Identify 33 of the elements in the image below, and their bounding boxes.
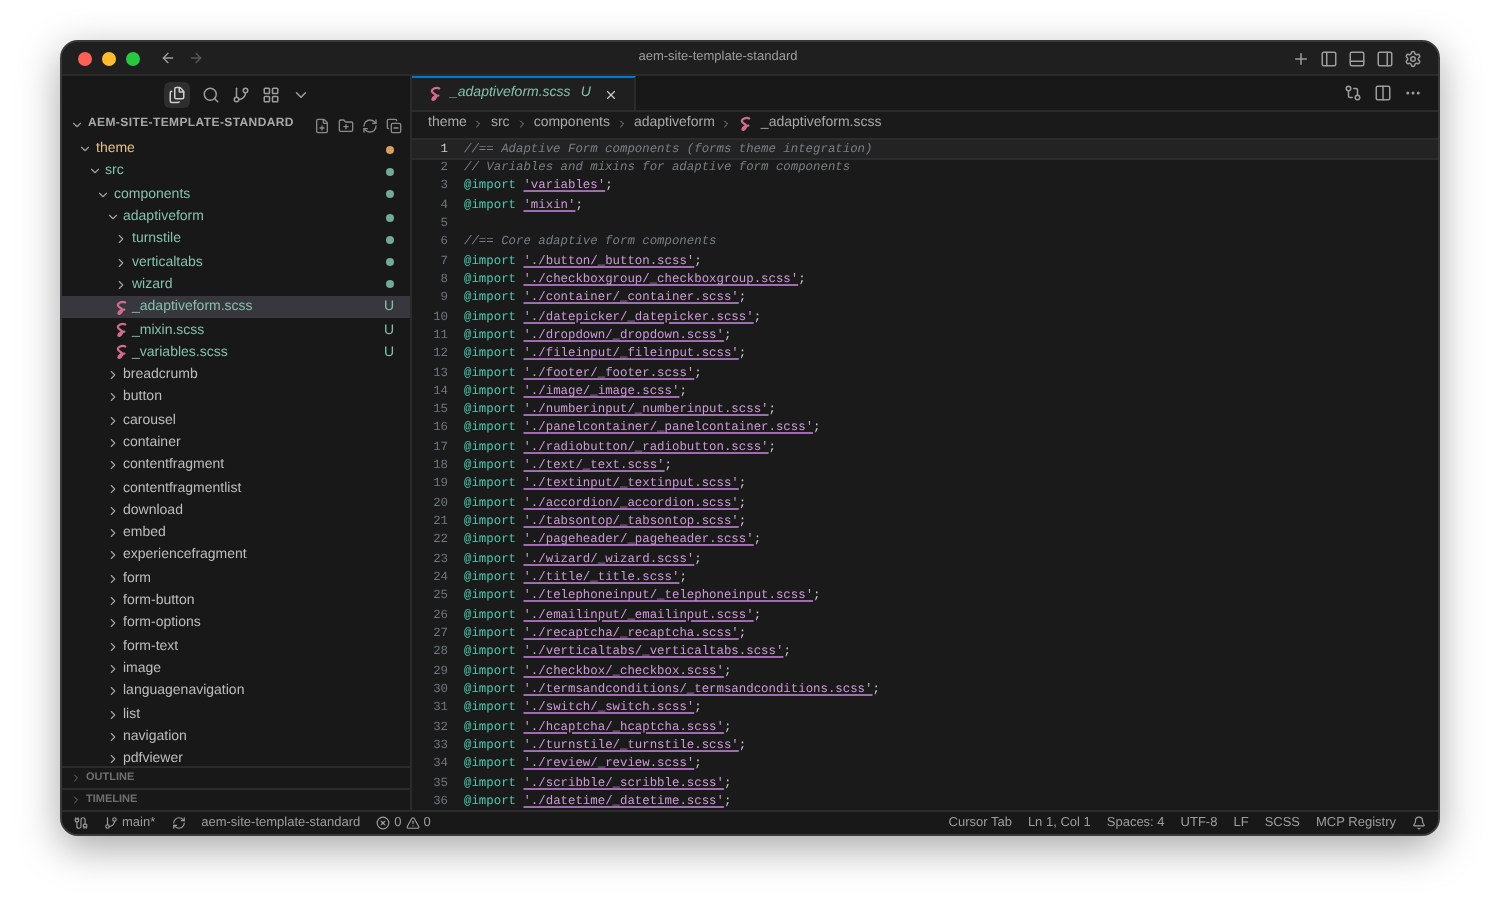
branch-icon (104, 816, 118, 830)
breadcrumb-separator-icon (615, 118, 628, 130)
notifications-icon[interactable] (1412, 816, 1426, 830)
split-editor-icon[interactable] (1374, 84, 1392, 102)
branch-icon[interactable] (231, 85, 249, 103)
panel-left-icon[interactable] (1320, 49, 1338, 67)
breadcrumb-separator-icon (720, 118, 733, 130)
panel-bottom-icon[interactable] (1348, 49, 1366, 67)
search-icon[interactable] (201, 85, 219, 103)
refresh-icon[interactable] (362, 117, 378, 133)
collapse-icon[interactable] (386, 117, 402, 133)
close-window-button[interactable] (78, 51, 92, 65)
error-icon (376, 816, 391, 830)
remote-icon[interactable] (74, 816, 88, 830)
warning-icon (405, 816, 420, 830)
zoom-window-button[interactable] (126, 51, 140, 65)
panel-right-icon[interactable] (1376, 49, 1394, 67)
sync-icon[interactable] (171, 816, 186, 830)
plus-icon[interactable] (1292, 49, 1310, 67)
breadcrumb-separator-icon (472, 118, 485, 130)
back-icon[interactable] (160, 50, 176, 66)
minimize-window-button[interactable] (102, 51, 116, 65)
breadcrumb-separator-icon (515, 118, 528, 130)
close-icon[interactable] (604, 87, 619, 101)
sass-icon (738, 116, 755, 132)
new-file-icon[interactable] (314, 117, 330, 133)
extensions-icon[interactable] (261, 85, 279, 103)
explorer-button[interactable] (163, 81, 189, 107)
settings-icon[interactable] (1404, 49, 1422, 67)
compare-icon[interactable] (1344, 84, 1362, 102)
new-folder-icon[interactable] (338, 117, 354, 133)
sass-icon (428, 86, 444, 102)
chevron-down-icon[interactable] (70, 118, 84, 132)
